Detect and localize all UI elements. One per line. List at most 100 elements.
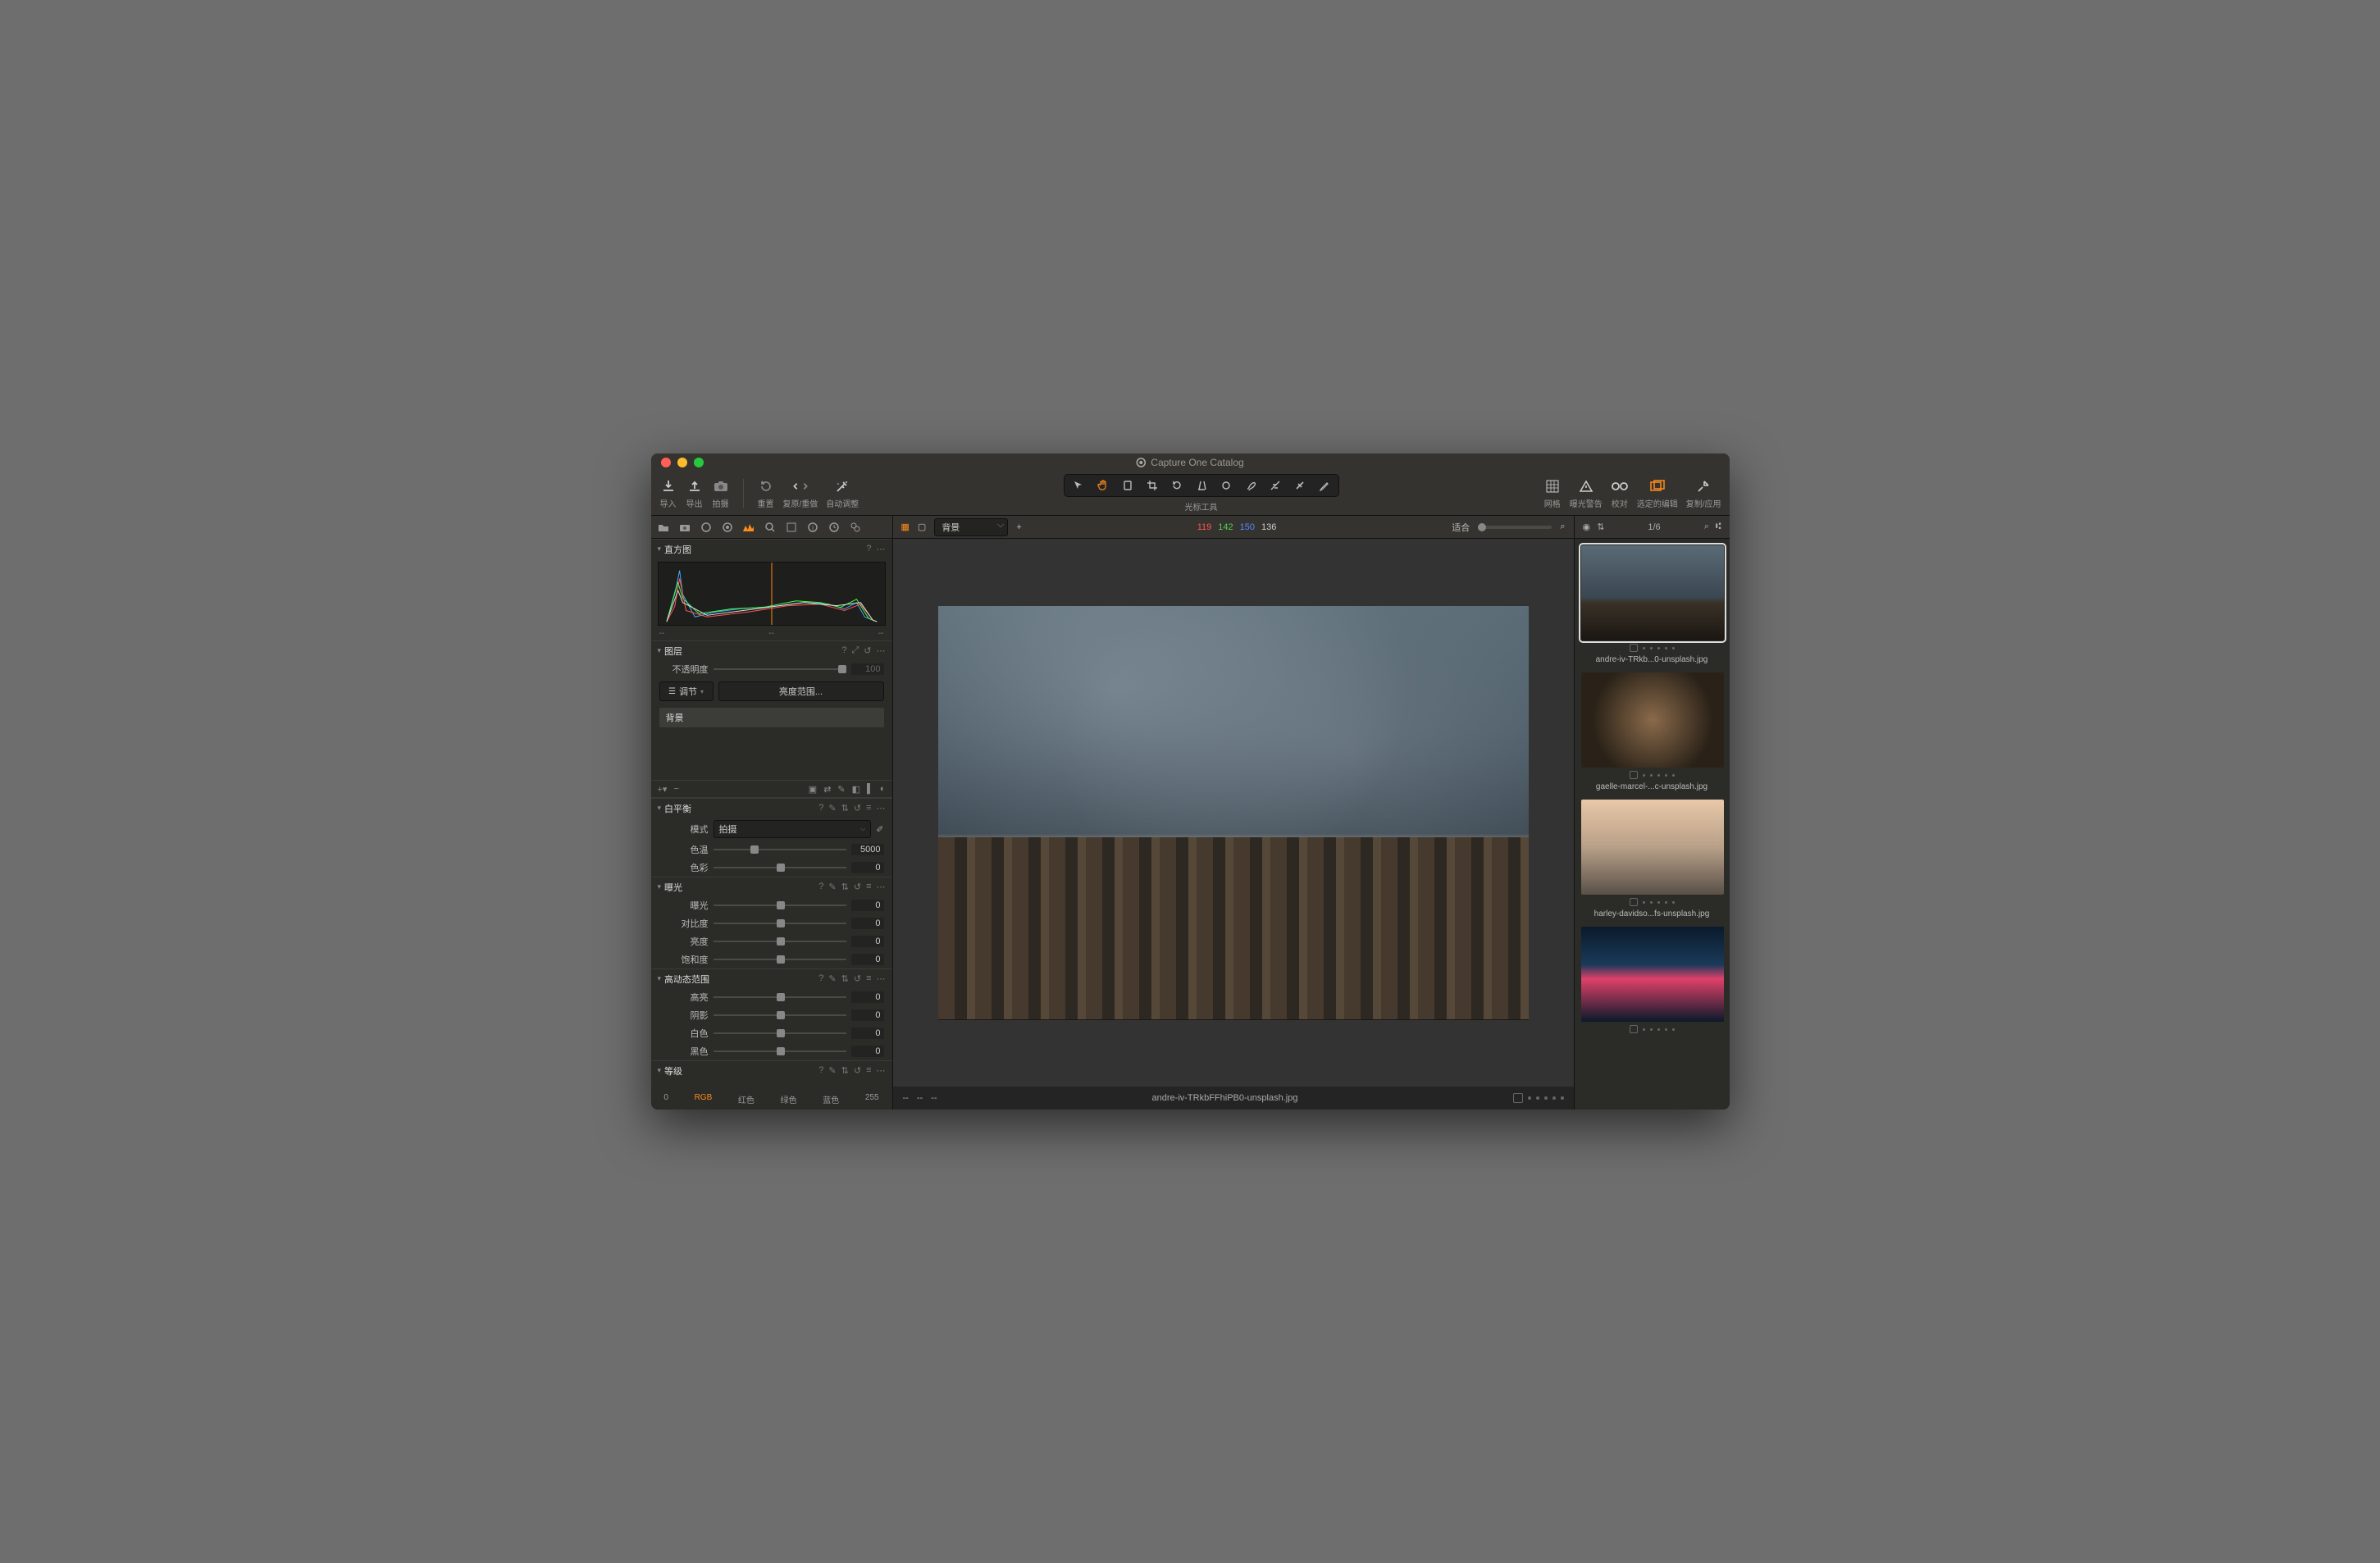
exposure-header[interactable]: ▾曝光 ?✎⇅↺≡⋯	[651, 877, 892, 896]
thumbnail-item[interactable]: gaelle-marcel-...c-unsplash.jpg	[1581, 672, 1723, 791]
grid-button[interactable]: 网格	[1543, 477, 1562, 509]
copy-icon[interactable]: ⇅	[841, 973, 849, 984]
opacity-slider[interactable]	[714, 663, 846, 675]
menu-icon[interactable]: ⋯	[877, 973, 886, 984]
edit-selected-button[interactable]: 选定的编辑	[1637, 477, 1678, 509]
reset-icon[interactable]: ↺	[854, 882, 861, 892]
reset-icon[interactable]: ↺	[854, 973, 861, 984]
viewer-canvas[interactable]	[893, 539, 1574, 1087]
invert-mask-icon[interactable]: ⇄	[823, 784, 831, 795]
exposure-tab[interactable]	[741, 520, 756, 535]
menu-icon[interactable]: ⋯	[877, 645, 886, 656]
gradient-mask-icon[interactable]: ▌	[867, 784, 873, 794]
help-icon[interactable]: ?	[841, 645, 846, 656]
pan-tool[interactable]	[1096, 478, 1110, 493]
batch-tab[interactable]	[848, 520, 863, 535]
capture-tab[interactable]	[677, 520, 692, 535]
thumbnail-rating[interactable]	[1581, 898, 1723, 906]
reset-icon[interactable]: ↺	[854, 1065, 861, 1076]
keystone-tool[interactable]	[1194, 478, 1209, 493]
picker-icon[interactable]: ✎	[828, 882, 836, 892]
remove-layer-icon[interactable]: −	[673, 784, 678, 794]
temp-slider[interactable]	[714, 844, 846, 855]
view-single-icon[interactable]: ▢	[918, 522, 926, 532]
contrast-slider[interactable]	[714, 918, 846, 929]
thumbnail-rating[interactable]	[1581, 771, 1723, 779]
help-icon[interactable]: ?	[818, 882, 823, 892]
preset-icon[interactable]: ≡	[866, 973, 871, 984]
crop-tool[interactable]	[1145, 478, 1160, 493]
thumbnail-item[interactable]: andre-iv-TRkb...0-unsplash.jpg	[1581, 545, 1723, 664]
annotate-tool[interactable]	[1317, 478, 1332, 493]
export-button[interactable]: 导出	[686, 477, 704, 509]
radial-mask-icon[interactable]: ◐	[880, 784, 886, 794]
exposure-slider[interactable]	[714, 900, 846, 911]
color-tab[interactable]	[720, 520, 735, 535]
picker-icon[interactable]: ✎	[828, 973, 836, 984]
levels-blue-tab[interactable]: 蓝色	[823, 1093, 839, 1105]
tint-value[interactable]: 0	[851, 862, 884, 873]
reset-icon[interactable]: ↺	[854, 803, 861, 813]
levels-header[interactable]: ▾等级 ?✎⇅↺≡⋯	[651, 1060, 892, 1080]
copy-icon[interactable]: ⇅	[841, 882, 849, 892]
reset-button[interactable]: 重置	[757, 477, 775, 509]
black-slider[interactable]	[714, 1046, 846, 1057]
brush-tool[interactable]	[1243, 478, 1258, 493]
exposure-value[interactable]: 0	[851, 900, 884, 911]
preset-icon[interactable]: ≡	[866, 1065, 871, 1076]
histogram-header[interactable]: ▾直方图 ?⋯	[651, 539, 892, 558]
layers-header[interactable]: ▾图层 ?⤢↺⋯	[651, 640, 892, 660]
temp-value[interactable]: 5000	[851, 844, 884, 855]
saturation-slider[interactable]	[714, 954, 846, 965]
white-balance-header[interactable]: ▾白平衡 ?✎⇅↺≡⋯	[651, 798, 892, 818]
menu-icon[interactable]: ⋯	[877, 803, 886, 813]
highlight-value[interactable]: 0	[851, 991, 884, 1003]
help-icon[interactable]: ?	[818, 973, 823, 984]
wb-mode-select[interactable]: 拍摄⌵	[714, 820, 872, 838]
shadow-slider[interactable]	[714, 1009, 846, 1021]
visibility-icon[interactable]: ◉	[1583, 522, 1591, 532]
copy-apply-button[interactable]: 复制/应用	[1686, 477, 1721, 509]
preset-icon[interactable]: ≡	[866, 882, 871, 892]
eyedrop-mask-icon[interactable]: ✎	[837, 784, 845, 795]
zoom-slider-icon[interactable]	[1478, 526, 1552, 529]
select-tool[interactable]	[1071, 478, 1086, 493]
rotate-tool[interactable]	[1169, 478, 1184, 493]
output-tab[interactable]	[827, 520, 841, 535]
view-grid-icon[interactable]: ▦	[901, 522, 910, 532]
copy-icon[interactable]: ⇅	[841, 803, 849, 813]
saturation-value[interactable]: 0	[851, 954, 884, 965]
expand-icon[interactable]: ⤢	[851, 645, 859, 656]
contrast-value[interactable]: 0	[851, 918, 884, 929]
loupe-tool[interactable]	[1120, 478, 1135, 493]
tint-slider[interactable]	[714, 862, 846, 873]
browser-filter-icon[interactable]: ⑆	[1716, 522, 1721, 532]
add-layer-icon[interactable]: +▾	[658, 784, 668, 795]
opacity-value[interactable]: 100	[851, 663, 884, 675]
hdr-header[interactable]: ▾高动态范围 ?✎⇅↺≡⋯	[651, 968, 892, 988]
help-icon[interactable]: ?	[818, 1065, 823, 1076]
thumbnail-item[interactable]: harley-davidso...fs-unsplash.jpg	[1581, 800, 1723, 918]
help-icon[interactable]: ?	[818, 803, 823, 813]
heal-tool[interactable]	[1293, 478, 1307, 493]
viewer-rating[interactable]	[1513, 1093, 1564, 1103]
import-button[interactable]: 导入	[659, 477, 677, 509]
levels-red-tab[interactable]: 红色	[738, 1093, 755, 1105]
spot-tool[interactable]	[1219, 478, 1233, 493]
undo-redo-button[interactable]: 复原/重做	[783, 477, 818, 509]
luma-range-button[interactable]: 亮度范围...	[718, 681, 884, 701]
copy-icon[interactable]: ⇅	[841, 1065, 849, 1076]
black-value[interactable]: 0	[851, 1046, 884, 1057]
wb-picker-icon[interactable]: ✐	[876, 824, 883, 835]
white-slider[interactable]	[714, 1028, 846, 1039]
erase-mask-icon[interactable]: ◧	[852, 784, 860, 795]
levels-green-tab[interactable]: 绿色	[781, 1093, 797, 1105]
lens-tab[interactable]	[699, 520, 714, 535]
shadow-value[interactable]: 0	[851, 1009, 884, 1021]
auto-adjust-button[interactable]: 自动调整	[826, 477, 859, 509]
mask-view-icon[interactable]: ▣	[809, 784, 817, 795]
exposure-warning-button[interactable]: 曝光警告	[1570, 477, 1603, 509]
levels-rgb-tab[interactable]: RGB	[695, 1093, 713, 1105]
capture-button[interactable]: 拍摄	[712, 477, 730, 509]
preset-icon[interactable]: ≡	[866, 803, 871, 813]
